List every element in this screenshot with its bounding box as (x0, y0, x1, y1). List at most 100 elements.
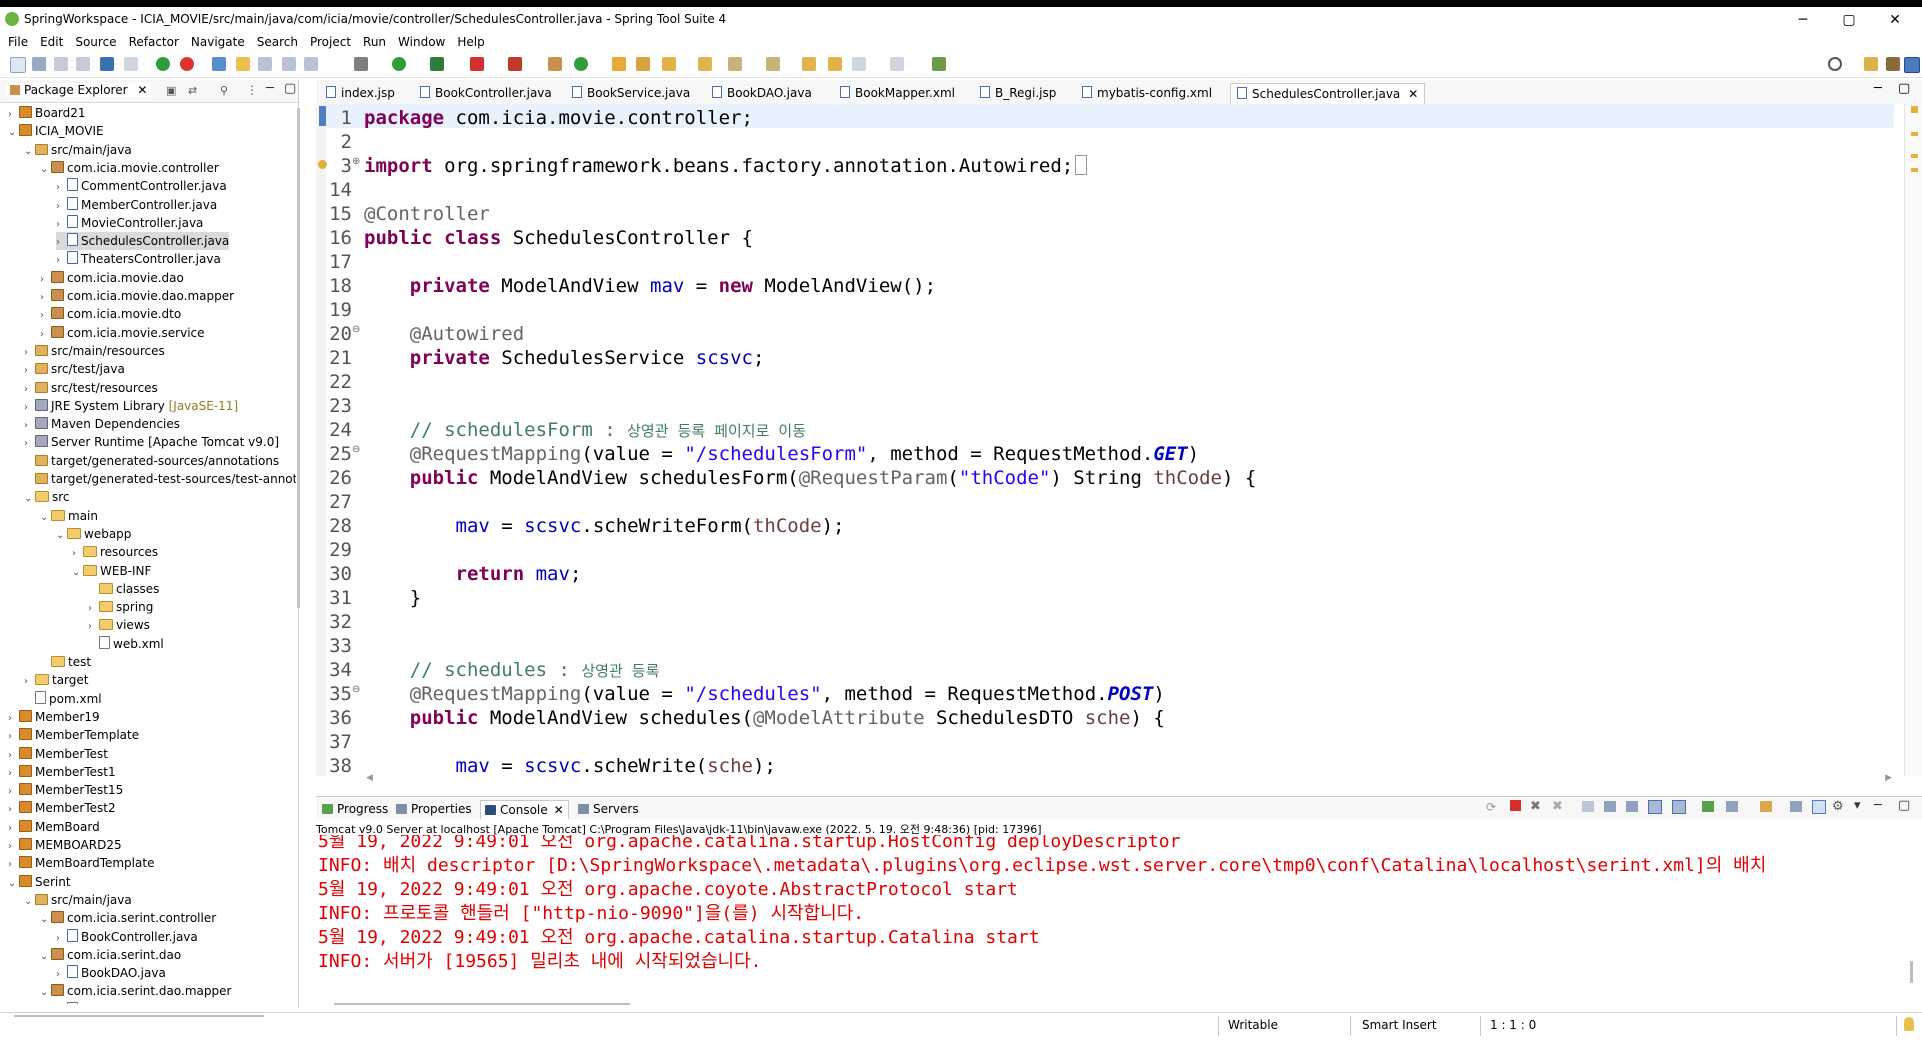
chevron-right-icon[interactable]: › (24, 381, 35, 399)
save-all-icon[interactable] (54, 57, 68, 71)
tree-item[interactable]: ⌄ WEB-INF (72, 562, 151, 580)
fold-collapse-icon[interactable]: ⊖ (352, 324, 360, 335)
tree-item[interactable]: ⌄ src/main/java (24, 891, 132, 909)
pin-editor-icon[interactable] (932, 57, 946, 71)
tree-item[interactable]: target/generated-sources/annotations (24, 452, 279, 470)
chevron-down-icon[interactable]: ⌄ (72, 564, 83, 582)
tree-item[interactable]: › MemberTest2 (8, 799, 116, 817)
explorer-scrollbar[interactable] (297, 108, 300, 608)
console-h-scrollbar[interactable] (334, 1003, 630, 1005)
menu-edit[interactable]: Edit (34, 32, 69, 52)
chevron-right-icon[interactable]: › (56, 966, 67, 984)
editor-h-scrollbar[interactable]: ◀ ▶ (364, 773, 1894, 786)
menu-navigate[interactable]: Navigate (185, 32, 251, 52)
terminal-icon[interactable] (100, 57, 114, 71)
run-icon[interactable] (392, 57, 406, 71)
menu-source[interactable]: Source (69, 32, 122, 52)
tree-item[interactable]: › Member19 (8, 708, 100, 726)
tree-item[interactable]: web.xml (88, 635, 164, 653)
chevron-down-icon[interactable]: ⌄ (8, 875, 19, 893)
tree-item[interactable]: › views (88, 616, 150, 634)
tree-item[interactable]: ⌄ com.icia.serint.dao (40, 946, 181, 964)
chevron-right-icon[interactable]: › (56, 252, 67, 270)
tip-lightbulb-icon[interactable] (1904, 1017, 1914, 1031)
maximize-button[interactable]: ▢ (1826, 9, 1872, 31)
java-ee-perspective-icon[interactable] (1886, 57, 1900, 71)
tab-schedulescontroller-java[interactable]: SchedulesController.java ✕ (1230, 83, 1426, 104)
chevron-right-icon[interactable]: › (24, 435, 35, 453)
tree-item[interactable]: › MEMBOARD25 (8, 836, 122, 854)
remove-all-icon[interactable]: ✖ (1552, 799, 1563, 814)
tree-item[interactable]: ⌄ Serint (8, 873, 71, 891)
save-copy-icon[interactable] (76, 57, 90, 71)
new-package-icon[interactable] (574, 57, 588, 71)
chevron-down-icon[interactable]: ⌄ (40, 948, 51, 966)
minimize-console-icon[interactable]: ─ (1874, 798, 1882, 813)
link-console-icon[interactable] (1812, 800, 1826, 814)
chevron-right-icon[interactable]: › (56, 234, 67, 252)
tree-item[interactable]: BookMapper.xml (56, 1001, 181, 1004)
tab-console[interactable]: Console ✕ (480, 800, 569, 819)
tree-item[interactable]: ⌄ com.icia.serint.controller (40, 909, 216, 927)
tree-item[interactable]: ⌄ main (40, 507, 98, 525)
menu-run[interactable]: Run (357, 32, 392, 52)
word-wrap-console-icon[interactable] (1626, 801, 1638, 812)
chevron-right-icon[interactable]: › (8, 728, 19, 746)
chevron-right-icon[interactable]: › (8, 747, 19, 765)
tab-index-jsp[interactable]: index.jsp (326, 83, 395, 103)
show-console-stdout-icon[interactable] (1648, 800, 1662, 814)
tree-item[interactable]: › src/main/resources (24, 342, 165, 360)
tree-item[interactable]: › MemBoardTemplate (8, 854, 154, 872)
tree-item[interactable]: › MovieController.java (56, 214, 203, 232)
skip-breakpoints-icon[interactable] (124, 57, 138, 71)
chevron-right-icon[interactable]: › (8, 106, 19, 124)
minimize-editor-icon[interactable]: ─ (1874, 81, 1882, 96)
tree-item[interactable]: › TheatersController.java (56, 250, 221, 268)
tab-b-regi-jsp[interactable]: B_Regi.jsp (980, 83, 1056, 103)
chevron-right-icon[interactable]: › (8, 820, 19, 838)
chevron-right-icon[interactable]: › (8, 801, 19, 819)
tree-item[interactable]: › Maven Dependencies (24, 415, 180, 433)
back-icon[interactable] (852, 57, 866, 71)
chevron-down-icon[interactable]: ⌄ (40, 509, 51, 527)
chevron-down-icon[interactable]: ⌄ (56, 527, 67, 545)
chevron-right-icon[interactable]: › (8, 710, 19, 728)
tree-item[interactable]: › src/test/resources (24, 379, 158, 397)
tree-item[interactable]: ⌄ ICIA_MOVIE (8, 122, 104, 140)
console-view-icon[interactable] (1790, 801, 1802, 812)
chevron-down-icon[interactable]: ⌄ (24, 490, 35, 508)
open-task-icon[interactable] (636, 57, 650, 71)
chevron-down-icon[interactable]: ⌄ (24, 143, 35, 161)
previous-annotation-icon[interactable] (766, 57, 780, 71)
tree-item[interactable]: › MemberTemplate (8, 726, 139, 744)
close-console-tab-icon[interactable]: ✕ (554, 803, 564, 817)
tree-item[interactable]: › SchedulesController.java (56, 232, 230, 252)
tree-item[interactable]: › CommentController.java (56, 177, 227, 195)
remove-launch-icon[interactable]: ✖ (1530, 799, 1541, 814)
chevron-right-icon[interactable]: › (8, 856, 19, 874)
tree-item[interactable]: › MemBoard (8, 818, 100, 836)
minimize-button[interactable]: ─ (1780, 9, 1826, 31)
tab-progress[interactable]: Progress (322, 800, 388, 818)
chevron-right-icon[interactable]: › (40, 326, 51, 344)
last-edit-location-icon[interactable] (802, 57, 816, 71)
chevron-down-icon[interactable]: ⌄ (8, 124, 19, 142)
chevron-right-icon[interactable]: › (88, 600, 99, 618)
minimize-view-icon[interactable]: ─ (266, 81, 274, 96)
tab-properties[interactable]: Properties (396, 800, 472, 818)
console-settings-icon[interactable]: ⚙ (1832, 799, 1844, 814)
tab-bookcontroller-java[interactable]: BookController.java (420, 83, 552, 103)
next-annotation-icon[interactable] (728, 57, 742, 71)
link-with-editor-icon[interactable]: ⇄ (188, 84, 197, 97)
tree-item[interactable]: › MemberTest1 (8, 763, 116, 781)
tab-servers[interactable]: Servers (578, 800, 639, 818)
search-icon-toolbar[interactable] (662, 57, 676, 71)
chevron-down-icon[interactable]: ⌄ (40, 161, 51, 179)
chevron-right-icon[interactable]: › (40, 289, 51, 307)
chevron-right-icon[interactable]: › (56, 216, 67, 234)
reload-icon[interactable]: ⟳ (1486, 800, 1496, 814)
search-icon[interactable] (1828, 57, 1842, 71)
mark-occurrences-icon[interactable] (236, 57, 250, 71)
tree-item[interactable]: › spring (88, 598, 153, 616)
tree-item[interactable]: › com.icia.movie.dao (40, 269, 184, 287)
